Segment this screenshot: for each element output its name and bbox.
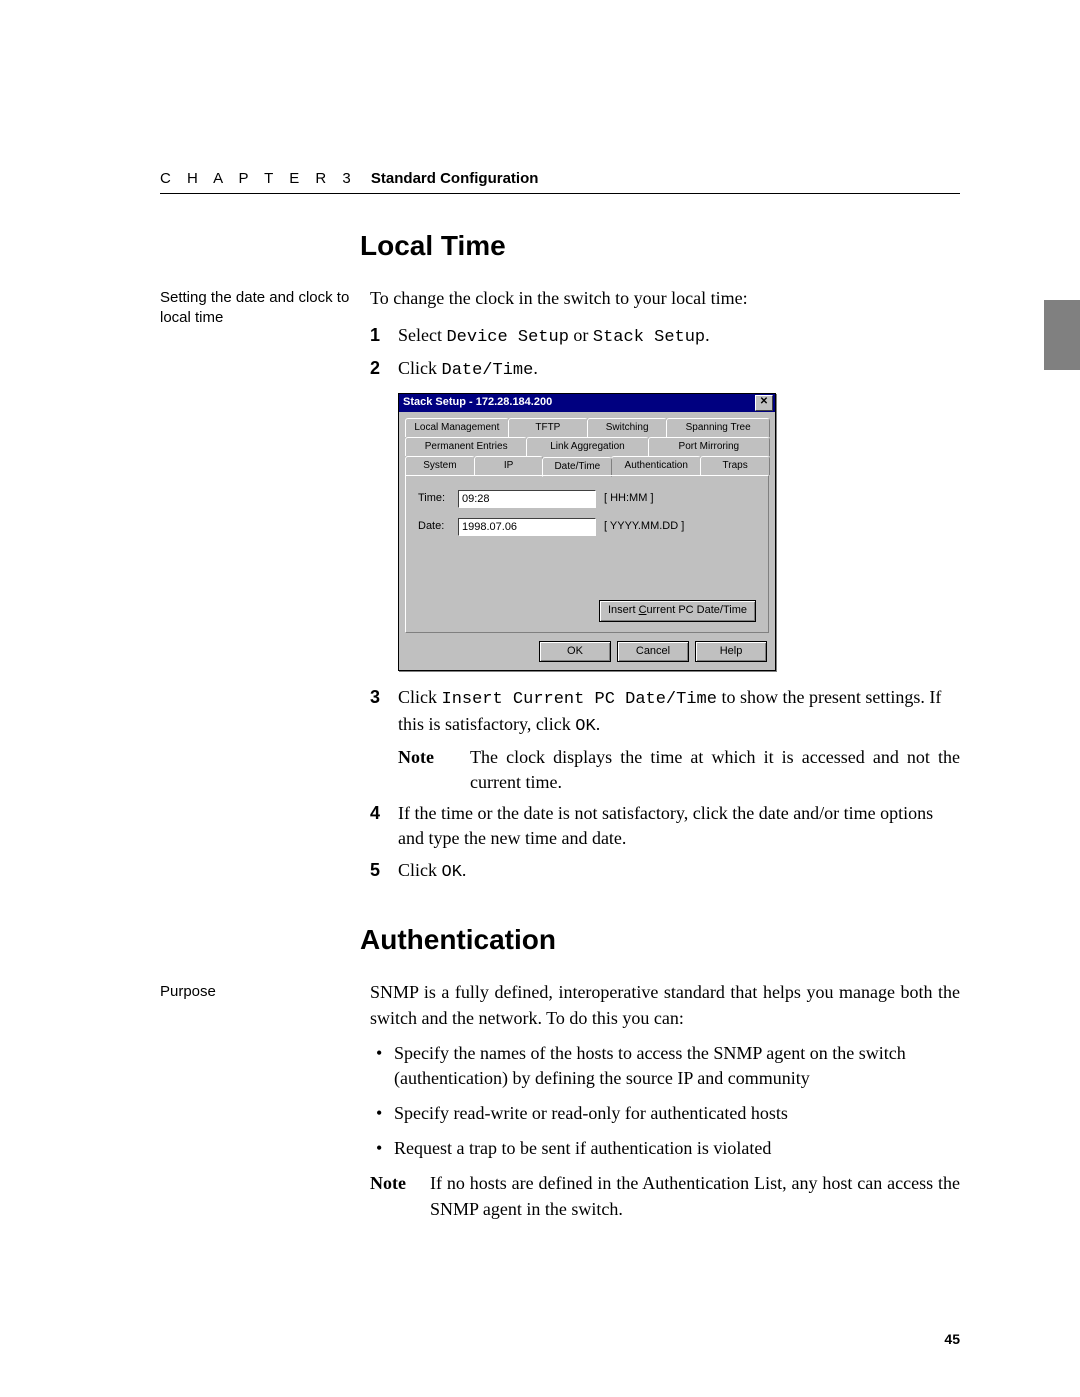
margin-note-local-time: Setting the date and clock to local time: [160, 286, 370, 890]
step-5: Click OK.: [398, 858, 960, 885]
step-2: Click Date/Time.: [398, 356, 960, 383]
document-page: C H A P T E R 3 Standard Configuration L…: [0, 0, 1080, 1397]
tab-traps[interactable]: Traps: [700, 456, 770, 475]
thumb-tab: [1044, 300, 1080, 370]
dialog-stack-setup: Stack Setup - 172.28.184.200 ✕ Local Man…: [398, 393, 776, 671]
date-input[interactable]: 1998.07.06: [458, 518, 596, 536]
auth-bullet-3: Request a trap to be sent if authenticat…: [370, 1136, 960, 1161]
note-body: If no hosts are defined in the Authentic…: [430, 1171, 960, 1221]
intro-text: To change the clock in the switch to you…: [370, 286, 960, 311]
step-number: 4: [370, 801, 398, 851]
tab-spanning-tree[interactable]: Spanning Tree: [666, 418, 770, 437]
step-1: Select Device Setup or Stack Setup.: [398, 323, 960, 350]
tab-date-time[interactable]: Date/Time: [542, 457, 612, 477]
tab-ip[interactable]: IP: [474, 456, 544, 475]
insert-current-pc-datetime-button[interactable]: Insert Current PC Date/Time: [599, 600, 756, 621]
auth-bullet-2: Specify read-write or read-only for auth…: [370, 1101, 960, 1126]
step-4: If the time or the date is not satisfact…: [398, 801, 960, 851]
help-button[interactable]: Help: [695, 641, 767, 662]
chapter-title: Standard Configuration: [371, 170, 539, 187]
tab-tftp[interactable]: TFTP: [508, 418, 588, 437]
section-heading-authentication: Authentication: [360, 924, 960, 956]
ok-button[interactable]: OK: [539, 641, 611, 662]
step-number: 1: [370, 323, 398, 350]
tab-authentication[interactable]: Authentication: [611, 456, 701, 475]
date-label: Date:: [418, 519, 458, 534]
step-number: 3: [370, 685, 398, 795]
auth-bullet-1: Specify the names of the hosts to access…: [370, 1041, 960, 1091]
step-number: 5: [370, 858, 398, 885]
tab-permanent-entries[interactable]: Permanent Entries: [405, 437, 527, 456]
date-hint: [ YYYY.MM.DD ]: [604, 519, 684, 534]
time-hint: [ HH:MM ]: [604, 491, 654, 506]
note-label: Note: [370, 1171, 430, 1221]
dialog-titlebar[interactable]: Stack Setup - 172.28.184.200 ✕: [399, 394, 775, 412]
running-header: C H A P T E R 3 Standard Configuration: [160, 170, 960, 194]
note-label: Note: [398, 745, 470, 795]
tab-switching[interactable]: Switching: [587, 418, 667, 437]
close-icon[interactable]: ✕: [755, 395, 773, 411]
page-number: 45: [944, 1331, 960, 1347]
step-3: Click Insert Current PC Date/Time to sho…: [398, 685, 960, 795]
auth-intro: SNMP is a fully defined, interoperative …: [370, 980, 960, 1030]
chapter-label: C H A P T E R 3: [160, 170, 357, 187]
tab-panel-date-time: Time: 09:28 [ HH:MM ] Date: 1998.07.06 […: [405, 475, 769, 633]
cancel-button[interactable]: Cancel: [617, 641, 689, 662]
step-number: 2: [370, 356, 398, 383]
tab-port-mirroring[interactable]: Port Mirroring: [648, 437, 770, 456]
section-heading-local-time: Local Time: [360, 230, 960, 262]
tab-link-aggregation[interactable]: Link Aggregation: [526, 437, 648, 456]
tab-local-management[interactable]: Local Management: [405, 418, 509, 437]
note-body: The clock displays the time at which it …: [470, 745, 960, 795]
margin-note-authentication: Purpose: [160, 980, 370, 1222]
tab-system[interactable]: System: [405, 456, 475, 475]
dialog-title: Stack Setup - 172.28.184.200: [403, 395, 552, 410]
time-input[interactable]: 09:28: [458, 490, 596, 508]
time-label: Time:: [418, 491, 458, 506]
